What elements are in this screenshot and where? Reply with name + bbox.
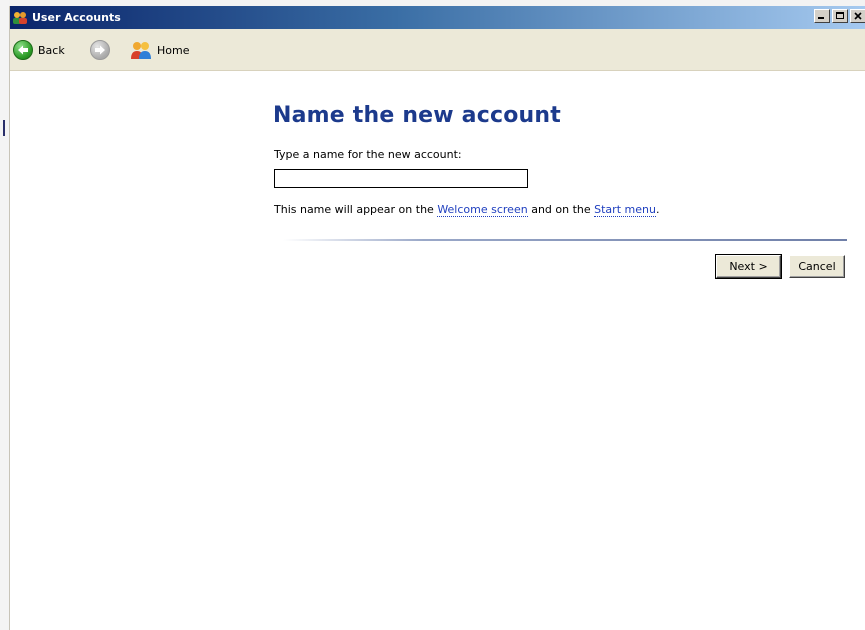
account-name-label: Type a name for the new account: [274,148,462,161]
maximize-icon [836,12,844,19]
account-name-input[interactable] [274,169,528,188]
window-controls [814,9,865,23]
title-bar[interactable]: User Accounts [10,6,865,29]
desktop-background-left [0,0,9,630]
home-users-icon [130,40,152,60]
back-arrow-icon [13,40,33,60]
user-accounts-window: User Accounts Back Home [9,6,865,630]
user-accounts-icon [12,11,28,25]
page-title: Name the new account [273,103,561,128]
info-suffix: . [655,203,660,216]
minimize-icon [818,17,824,19]
back-label: Back [38,43,65,57]
back-button[interactable]: Back [13,39,65,61]
maximize-button[interactable] [832,9,848,23]
desktop-mark [3,120,5,136]
minimize-button[interactable] [814,9,830,23]
info-middle: and on the [527,203,595,216]
cancel-button[interactable]: Cancel [789,255,845,278]
navigation-toolbar: Back Home [10,29,865,71]
close-icon [854,12,862,20]
home-button[interactable]: Home [130,39,189,61]
home-label: Home [157,43,190,57]
next-button[interactable]: Next > [715,254,782,279]
start-menu-link[interactable]: Start menu [594,203,656,217]
close-button[interactable] [850,9,865,23]
window-title: User Accounts [32,11,121,24]
info-prefix: This name will appear on the [274,203,438,216]
info-text: This name will appear on the Welcome scr… [274,203,660,217]
forward-arrow-icon [90,40,110,60]
separator-line [283,239,847,241]
forward-button[interactable] [90,39,110,61]
welcome-screen-link[interactable]: Welcome screen [437,203,528,217]
